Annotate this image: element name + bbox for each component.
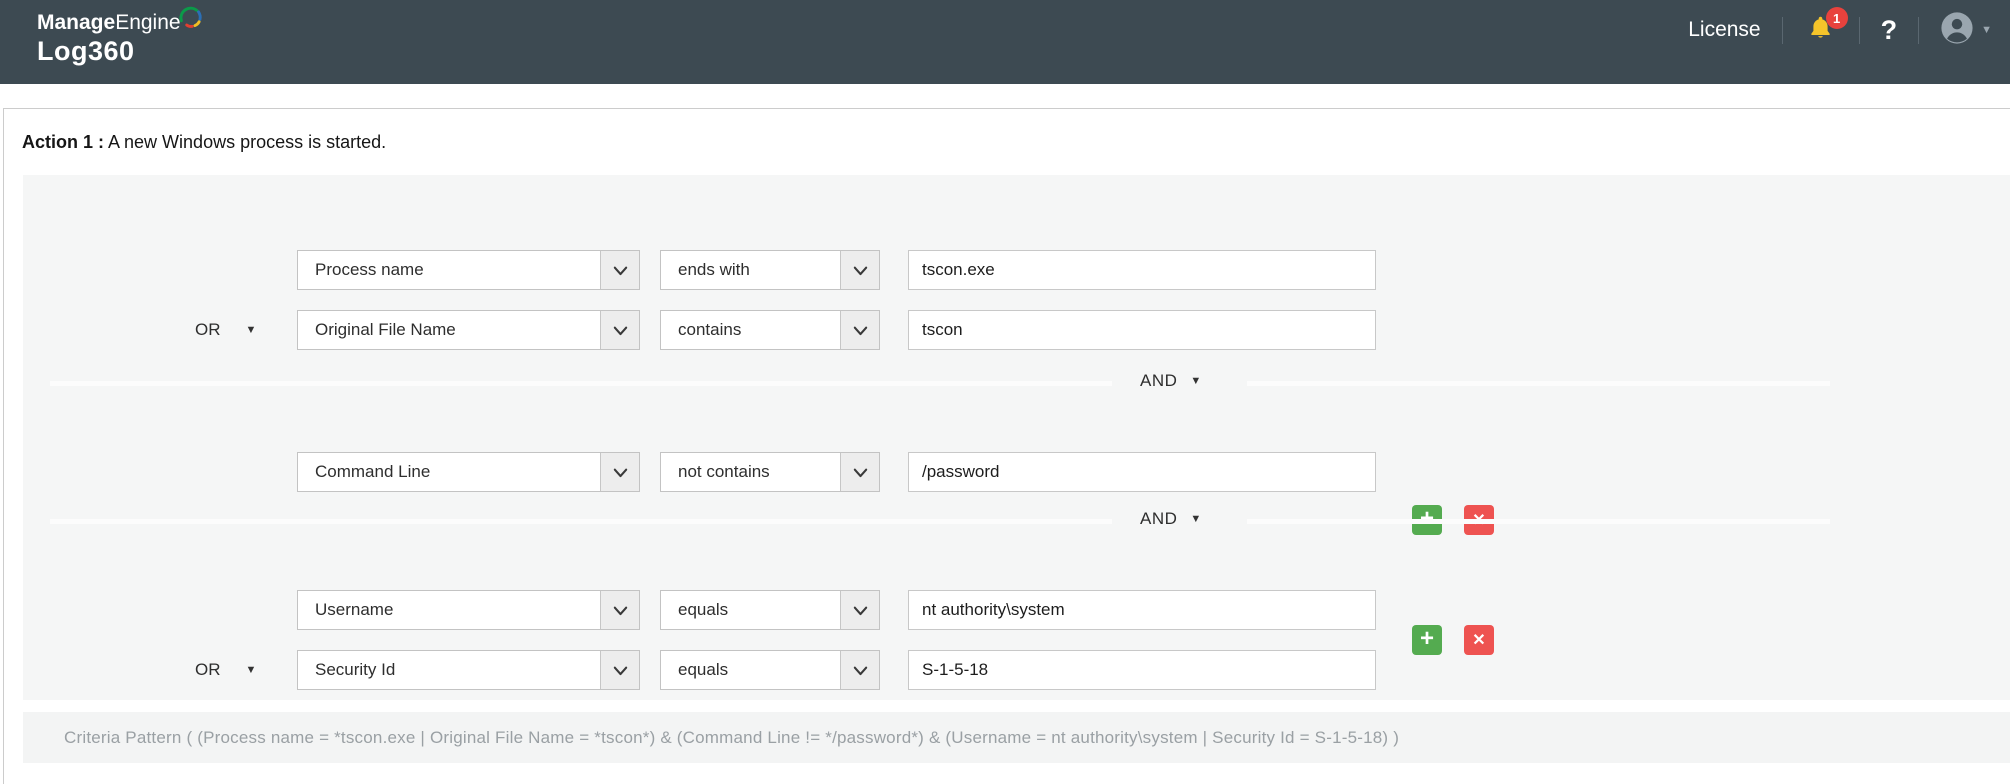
brand-engine-text: Engine [115,11,180,34]
action-description: A new Windows process is started. [104,132,386,152]
user-menu[interactable]: ▼ [1940,11,1992,50]
header-separator [1859,17,1860,44]
brand-manageengine: ManageEngine [37,11,203,35]
chevron-down-icon[interactable] [600,453,639,491]
field-select[interactable]: Original File Name [297,310,640,350]
criteria-row: OR ▼ Original File Name contains + ✕ [0,310,2010,350]
row-operator-value: OR [195,320,221,340]
criteria-row: Command Line not contains + [0,452,2010,492]
row-operator-value: OR [195,660,221,680]
brand-manage-text: Manage [37,11,115,34]
group-divider-line [1247,519,1830,524]
field-select-value: Security Id [298,660,395,680]
group-operator-dropdown[interactable]: AND ▼ [1140,509,1201,529]
chevron-down-icon: ▼ [246,324,257,336]
criteria-row: Username equals + ✕ [0,590,2010,630]
condition-select-value: equals [661,660,728,680]
content-top-border [3,108,2010,109]
chevron-down-icon[interactable] [840,453,879,491]
condition-select[interactable]: equals [660,650,880,690]
chevron-down-icon: ▼ [246,664,257,676]
value-input[interactable] [908,250,1376,290]
criteria-pattern-bar: Criteria Pattern ( (Process name = *tsco… [23,712,2010,763]
row-operator-dropdown[interactable]: OR ▼ [195,310,256,350]
action-label: Action 1 : [22,132,104,152]
chevron-down-icon[interactable] [840,311,879,349]
field-select-value: Command Line [298,462,430,482]
group-divider-line [50,519,1112,524]
chevron-down-icon[interactable] [600,311,639,349]
group-operator-value: AND [1140,371,1177,391]
condition-select-value: equals [661,600,728,620]
chevron-down-icon[interactable] [600,591,639,629]
condition-select[interactable]: equals [660,590,880,630]
criteria-row: OR ▼ Security Id equals + ✕ [0,650,2010,690]
field-select[interactable]: Username [297,590,640,630]
chevron-down-icon[interactable] [600,251,639,289]
condition-select-value: ends with [661,260,750,280]
value-input[interactable] [908,650,1376,690]
license-link[interactable]: License [1688,18,1760,42]
chevron-down-icon[interactable] [840,591,879,629]
field-select[interactable]: Process name [297,250,640,290]
field-select[interactable]: Security Id [297,650,640,690]
condition-select-value: contains [661,320,741,340]
chevron-down-icon: ▼ [1190,375,1201,387]
manageengine-swoosh-icon [177,4,203,35]
user-avatar-icon [1940,11,1974,50]
chevron-down-icon: ▼ [1190,513,1201,525]
top-navbar: ManageEngine Log360 License [0,0,2010,84]
notification-count-badge: 1 [1826,7,1848,29]
group-divider-line [1247,381,1830,386]
action-title: Action 1 : A new Windows process is star… [22,132,386,153]
condition-select[interactable]: contains [660,310,880,350]
product-name: Log360 [37,37,203,67]
criteria-pattern-text: Criteria Pattern ( (Process name = *tsco… [64,728,1399,748]
header-separator [1918,17,1919,44]
criteria-row: Process name ends with + ✕ [0,250,2010,290]
header-actions: License 1 ? [1688,6,1992,54]
brand-logo[interactable]: ManageEngine Log360 [37,11,203,67]
value-input[interactable] [908,452,1376,492]
chevron-down-icon[interactable] [840,651,879,689]
help-button[interactable]: ? [1881,15,1898,46]
field-select-value: Original File Name [298,320,456,340]
field-select-value: Process name [298,260,424,280]
field-select-value: Username [298,600,393,620]
header-separator [1782,17,1783,44]
condition-select-value: not contains [661,462,770,482]
chevron-down-icon[interactable] [600,651,639,689]
value-input[interactable] [908,590,1376,630]
chevron-down-icon: ▼ [1981,24,1992,36]
page: ManageEngine Log360 License [0,0,2010,784]
value-input[interactable] [908,310,1376,350]
condition-select[interactable]: not contains [660,452,880,492]
notifications-button[interactable]: 1 [1804,13,1838,47]
row-operator-dropdown[interactable]: OR ▼ [195,650,256,690]
group-operator-value: AND [1140,509,1177,529]
field-select[interactable]: Command Line [297,452,640,492]
chevron-down-icon[interactable] [840,251,879,289]
group-operator-dropdown[interactable]: AND ▼ [1140,371,1201,391]
group-divider-line [50,381,1112,386]
condition-select[interactable]: ends with [660,250,880,290]
